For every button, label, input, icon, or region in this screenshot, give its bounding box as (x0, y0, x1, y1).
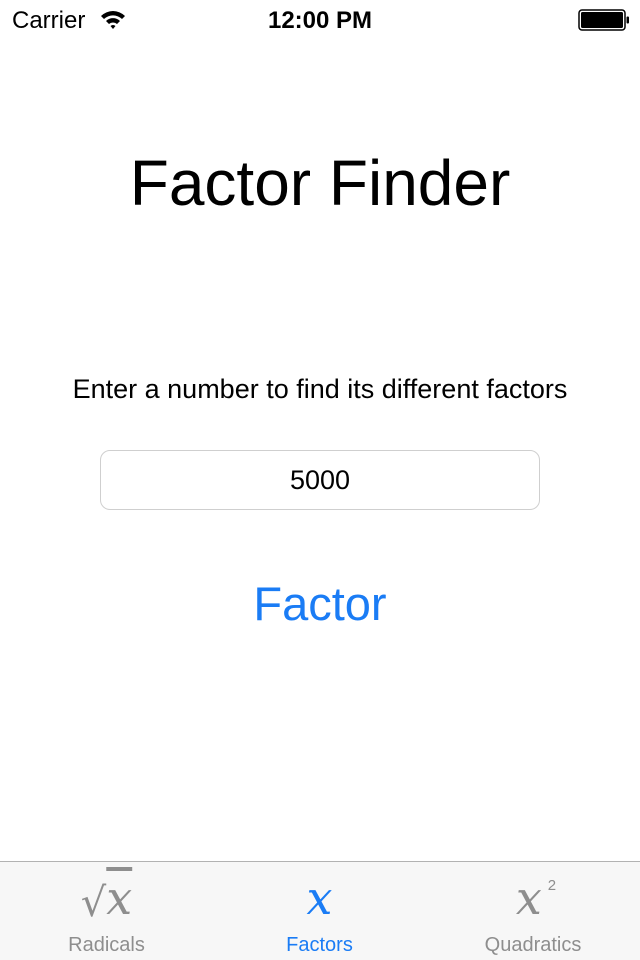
tab-factors[interactable]: x Factors (213, 862, 426, 960)
clock: 12:00 PM (267, 7, 373, 34)
status-bar: Carrier 12:00 PM (0, 0, 640, 40)
x-variable-icon: x (306, 871, 333, 925)
tab-label: Quadratics (484, 934, 582, 956)
tab-label: Factors (286, 934, 353, 956)
tab-quadratics[interactable]: x2 Quadratics (426, 862, 640, 960)
page-title: Factor Finder (129, 147, 511, 219)
x-squared-icon: x2 (515, 871, 557, 925)
battery-full-icon (578, 9, 629, 31)
tab-bar: √x Radicals x Factors x2 Quadratics (0, 861, 640, 960)
instructions-label: Enter a number to find its different fac… (72, 374, 568, 404)
factor-button[interactable]: Factor (200, 572, 440, 634)
tab-label: Radicals (68, 934, 145, 956)
number-input[interactable] (100, 450, 540, 510)
square-root-x-icon: √x (80, 871, 133, 926)
tab-radicals[interactable]: √x Radicals (0, 862, 213, 960)
